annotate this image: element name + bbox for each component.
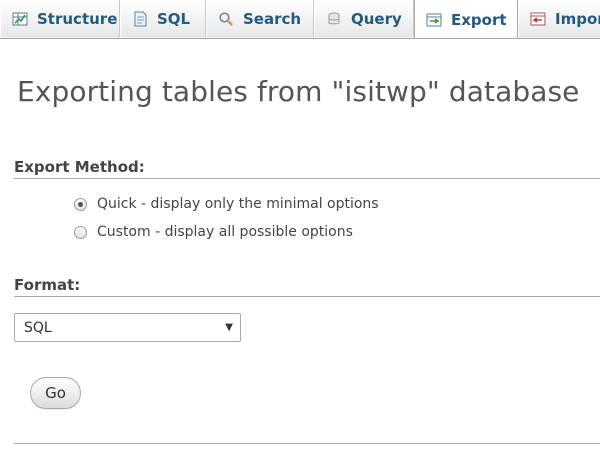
tab-label: Structure bbox=[37, 9, 118, 28]
tab-label: Search bbox=[243, 9, 302, 28]
quick-option-label: Quick - display only the minimal options bbox=[97, 196, 379, 212]
tab-import[interactable]: Import bbox=[518, 0, 600, 37]
format-select[interactable]: SQL ▼ bbox=[14, 313, 241, 342]
quick-radio[interactable] bbox=[74, 197, 87, 211]
export-method-heading: Export Method: bbox=[14, 158, 600, 179]
tab-export[interactable]: Export bbox=[414, 0, 518, 38]
tab-query[interactable]: Query bbox=[314, 0, 414, 37]
tab-sql[interactable]: SQL bbox=[120, 0, 206, 37]
sql-icon bbox=[132, 11, 148, 27]
query-icon bbox=[326, 11, 342, 27]
chevron-down-icon: ▼ bbox=[225, 322, 233, 333]
go-button[interactable]: Go bbox=[30, 377, 81, 409]
tab-label: Import bbox=[555, 9, 600, 28]
tab-search[interactable]: Search bbox=[206, 0, 314, 37]
custom-option[interactable]: Custom - display all possible options bbox=[74, 224, 353, 240]
tab-label: SQL bbox=[157, 9, 191, 28]
tab-label: Export bbox=[451, 10, 507, 29]
page-title: Exporting tables from "isitwp" database bbox=[17, 75, 580, 108]
tab-label: Query bbox=[351, 9, 402, 28]
format-heading: Format: bbox=[14, 276, 600, 297]
custom-radio[interactable] bbox=[74, 225, 87, 239]
export-page: Structure SQL Search Query Export Impo E… bbox=[0, 0, 600, 458]
divider bbox=[14, 443, 600, 444]
quick-option[interactable]: Quick - display only the minimal options bbox=[74, 196, 379, 212]
tab-structure[interactable]: Structure bbox=[0, 0, 120, 37]
format-select-value: SQL bbox=[24, 319, 52, 336]
tab-bar: Structure SQL Search Query Export Impo bbox=[0, 0, 600, 39]
custom-option-label: Custom - display all possible options bbox=[97, 224, 353, 240]
search-icon bbox=[218, 11, 234, 27]
import-icon bbox=[530, 11, 546, 27]
export-icon bbox=[426, 12, 442, 28]
structure-icon bbox=[12, 11, 28, 27]
